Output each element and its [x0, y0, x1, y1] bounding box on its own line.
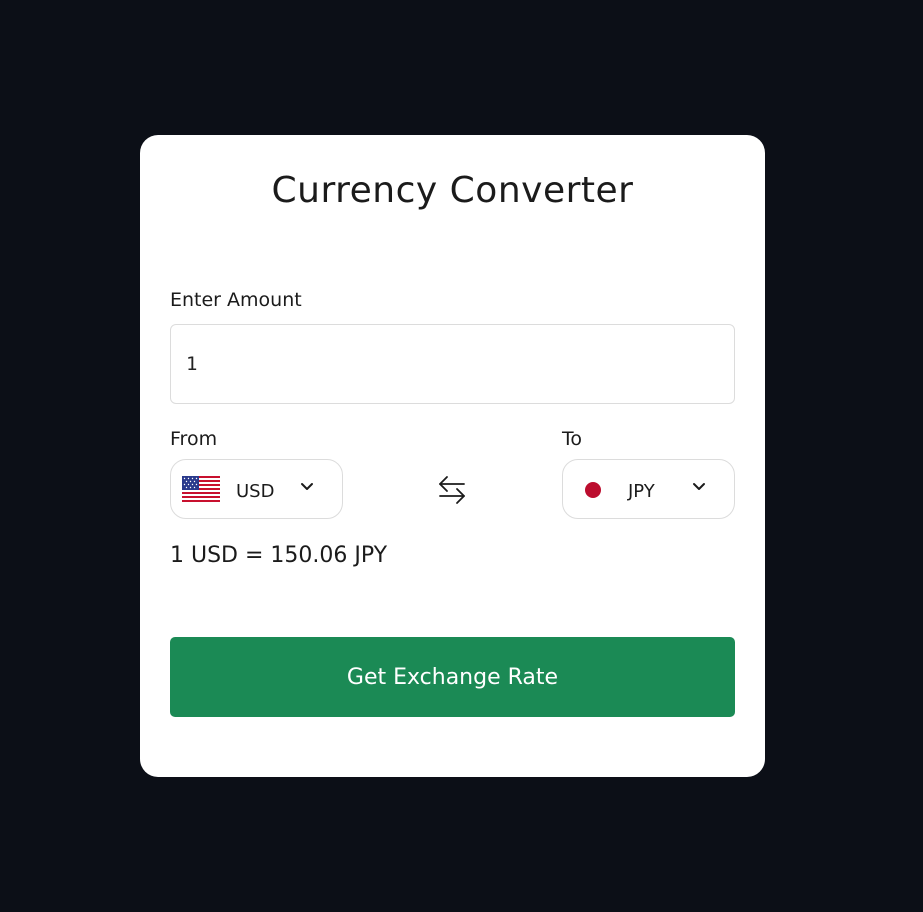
from-currency-code: USD	[236, 481, 275, 502]
from-currency-select[interactable]: USD	[170, 459, 343, 519]
page-title: Currency Converter	[271, 170, 634, 211]
to-currency-select[interactable]: JPY	[562, 459, 735, 519]
to-label: To	[562, 428, 583, 450]
jp-flag-icon	[585, 482, 601, 498]
exchange-rate-result: 1 USD = 150.06 JPY	[170, 543, 388, 568]
us-flag-icon	[182, 476, 220, 502]
to-currency-code: JPY	[628, 481, 655, 502]
swap-arrows-icon[interactable]	[437, 474, 467, 506]
chevron-down-icon	[301, 483, 313, 490]
get-exchange-rate-button[interactable]: Get Exchange Rate	[170, 637, 735, 717]
chevron-down-icon	[693, 483, 705, 490]
amount-input[interactable]	[170, 324, 735, 404]
amount-label: Enter Amount	[170, 289, 302, 311]
from-label: From	[170, 428, 218, 450]
